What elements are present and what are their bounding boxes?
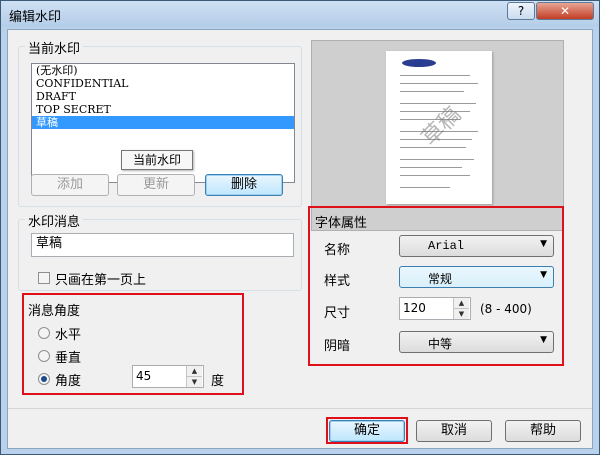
size-spin-arrows: ▲ ▼ xyxy=(453,298,470,319)
text-line xyxy=(400,175,470,176)
title-bar[interactable]: 编辑水印 ? ✕ xyxy=(1,1,599,27)
text-line xyxy=(400,91,464,92)
font-size-value: 120 xyxy=(403,301,426,315)
font-name-value: Arial xyxy=(428,239,465,253)
font-size-spinbox[interactable]: 120 ▲ ▼ xyxy=(399,297,471,320)
list-item[interactable]: DRAFT xyxy=(32,90,294,103)
cancel-button[interactable]: 取消 xyxy=(416,420,492,442)
font-properties-legend: 字体属性 xyxy=(315,216,368,231)
watermark-text-input[interactable]: 草稿 xyxy=(31,233,294,257)
font-size-range: (8 - 400) xyxy=(480,302,532,316)
text-line xyxy=(400,75,470,76)
update-button[interactable]: 更新 xyxy=(117,174,195,196)
ok-button[interactable]: 确定 xyxy=(329,420,405,442)
preview-page: 草稿 xyxy=(386,51,492,204)
text-line xyxy=(400,83,478,84)
font-shade-label: 阴暗 xyxy=(324,339,351,354)
text-line xyxy=(400,159,474,160)
window-title: 编辑水印 xyxy=(9,10,62,25)
text-line xyxy=(400,187,450,188)
samsung-logo-icon xyxy=(402,59,436,67)
title-close-button[interactable]: ✕ xyxy=(536,2,594,20)
angle-highlight-box xyxy=(22,293,244,395)
font-style-value: 常规 xyxy=(428,272,453,286)
spin-up-icon[interactable]: ▲ xyxy=(454,298,469,309)
first-page-only-label: 只画在第一页上 xyxy=(55,273,147,288)
font-shade-combobox[interactable]: 中等 ▼ xyxy=(399,331,554,353)
font-style-label: 样式 xyxy=(324,274,351,289)
chevron-down-icon: ▼ xyxy=(540,239,547,249)
font-shade-value: 中等 xyxy=(428,337,453,351)
help-button[interactable]: 帮助 xyxy=(505,420,581,442)
current-watermark-legend: 当前水印 xyxy=(25,38,84,57)
font-style-combobox[interactable]: 常规 ▼ xyxy=(399,266,554,288)
dialog-client: 当前水印 (无水印) CONFIDENTIAL DRAFT TOP SECRET… xyxy=(7,29,593,449)
list-item[interactable]: TOP SECRET xyxy=(32,103,294,116)
footer-divider xyxy=(8,408,592,409)
delete-button[interactable]: 删除 xyxy=(205,174,283,196)
watermark-message-legend: 水印消息 xyxy=(25,211,84,230)
spin-down-icon[interactable]: ▼ xyxy=(454,308,469,319)
list-item-selected[interactable]: 草稿 xyxy=(32,116,294,129)
first-page-only-checkbox[interactable] xyxy=(38,272,50,284)
font-name-combobox[interactable]: Arial ▼ xyxy=(399,235,554,257)
add-button[interactable]: 添加 xyxy=(31,174,109,196)
list-item[interactable]: (无水印) xyxy=(32,64,294,77)
list-item[interactable]: CONFIDENTIAL xyxy=(32,77,294,90)
chevron-down-icon: ▼ xyxy=(540,270,547,280)
font-name-label: 名称 xyxy=(324,243,351,258)
font-size-label: 尺寸 xyxy=(324,306,351,321)
chevron-down-icon: ▼ xyxy=(540,335,547,345)
title-help-button[interactable]: ? xyxy=(507,2,535,20)
text-line xyxy=(400,167,462,168)
edit-watermark-dialog: 编辑水印 ? ✕ 当前水印 (无水印) CONFIDENTIAL DRAFT T… xyxy=(0,0,600,455)
tooltip: 当前水印 xyxy=(121,150,193,170)
preview-watermark-text: 草稿 xyxy=(417,102,467,152)
preview-pane: 草稿 xyxy=(311,40,564,231)
